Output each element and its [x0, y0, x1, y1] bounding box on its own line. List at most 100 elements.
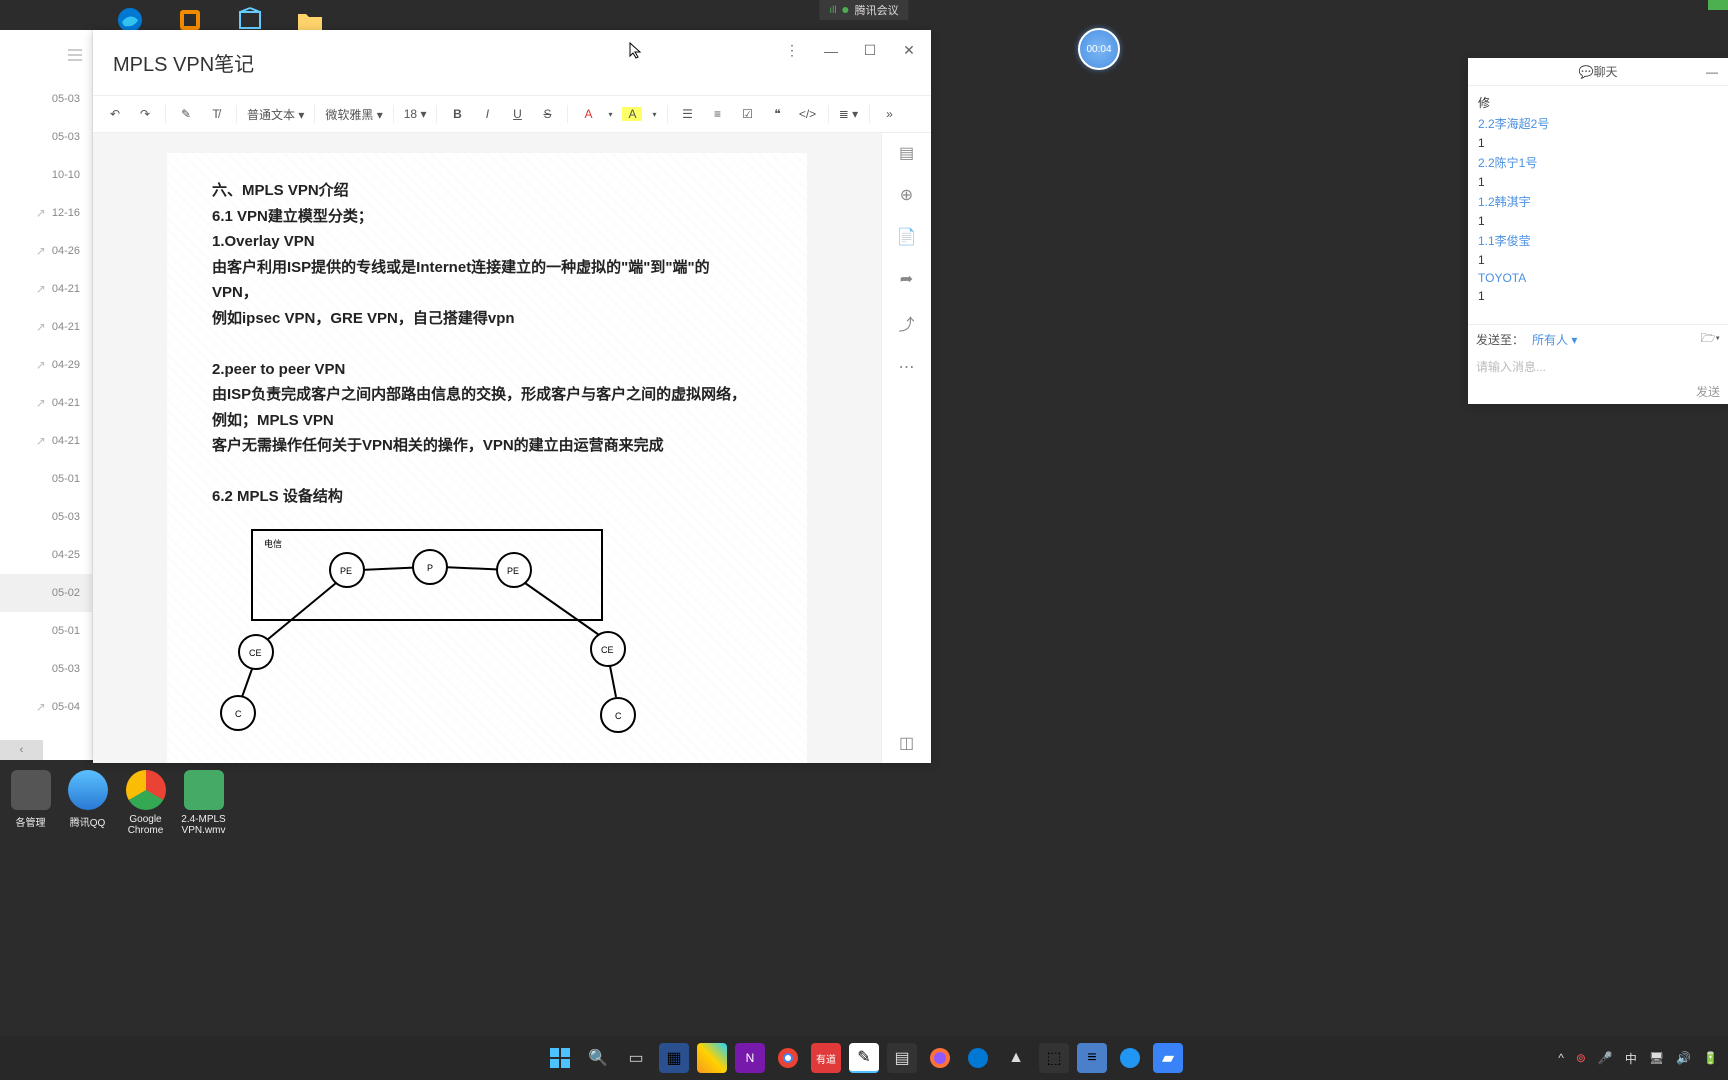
tray-volume-icon[interactable]: 🔊: [1676, 1051, 1691, 1065]
app-icon[interactable]: ⬚: [1039, 1043, 1069, 1073]
sidebar-item[interactable]: ↗04-21: [0, 270, 92, 308]
chat-minimize-icon[interactable]: —: [1706, 65, 1718, 79]
redo-button[interactable]: ↷: [135, 107, 155, 121]
app-icon[interactable]: ≡: [1077, 1043, 1107, 1073]
text-color-button[interactable]: A: [578, 107, 598, 121]
sidebar-date: 04-21: [52, 283, 80, 295]
desktop-icon[interactable]: Google Chrome: [118, 770, 173, 836]
sidebar-item[interactable]: ↗04-21: [0, 422, 92, 460]
paper-content[interactable]: 六、MPLS VPN介绍 6.1 VPN建立模型分类； 1.Overlay VP…: [167, 153, 807, 763]
chrome-icon[interactable]: [773, 1043, 803, 1073]
sidebar-item[interactable]: ↗04-21: [0, 308, 92, 346]
tray-mic-icon[interactable]: 🎤: [1598, 1051, 1613, 1065]
app-icon[interactable]: ▲: [1001, 1043, 1031, 1073]
app-icon[interactable]: ▤: [887, 1043, 917, 1073]
chat-attach-icon[interactable]: 🗁▾: [1701, 329, 1720, 350]
more-icon[interactable]: ⋮: [780, 42, 804, 59]
recording-dot-icon: [843, 7, 849, 13]
paragraph-style-select[interactable]: 普通文本 ▾: [247, 106, 304, 123]
chat-titlebar[interactable]: 💬 聊天 —: [1468, 58, 1728, 86]
italic-button[interactable]: I: [477, 107, 497, 121]
sidebar-item[interactable]: 05-02: [0, 574, 92, 612]
app-icon[interactable]: [1115, 1043, 1145, 1073]
desktop-icon[interactable]: 2.4-MPLS VPN.wmv: [176, 770, 231, 836]
sidebar-date: 04-26: [52, 245, 80, 257]
svg-text:PE: PE: [340, 566, 352, 576]
sidebar-date: 04-21: [52, 397, 80, 409]
close-icon[interactable]: ✕: [897, 42, 921, 59]
quote-button[interactable]: ❝: [768, 107, 788, 121]
number-list-button[interactable]: ≡: [708, 107, 728, 121]
chat-input[interactable]: 请输入消息...: [1468, 354, 1728, 379]
sidebar-date: 05-02: [52, 587, 80, 599]
sidebar-item[interactable]: ↗05-04: [0, 688, 92, 726]
sidebar-item[interactable]: ↗04-21: [0, 384, 92, 422]
bold-button[interactable]: B: [447, 107, 467, 121]
note-page[interactable]: 六、MPLS VPN介绍 6.1 VPN建立模型分类； 1.Overlay VP…: [93, 133, 881, 763]
edge-icon[interactable]: [963, 1043, 993, 1073]
maximize-icon[interactable]: ☐: [858, 42, 882, 59]
panel-toggle-icon[interactable]: ◫: [899, 733, 914, 753]
sidebar-date: 04-29: [52, 359, 80, 371]
sidebar-item[interactable]: 04-25: [0, 536, 92, 574]
tray-battery-icon[interactable]: 🔋: [1703, 1051, 1718, 1065]
taskview-icon[interactable]: ▭: [621, 1043, 651, 1073]
toolbar-more-button[interactable]: »: [880, 107, 900, 121]
start-button[interactable]: [545, 1043, 575, 1073]
clear-format-icon[interactable]: T̸: [206, 107, 226, 121]
note-titlebar[interactable]: MPLS VPN笔记 ⋮ — ☐ ✕: [93, 30, 931, 95]
sidebar-collapse-button[interactable]: ‹: [0, 740, 43, 760]
desktop-icon[interactable]: 腾讯QQ: [60, 770, 115, 829]
outline-icon[interactable]: ▤: [899, 143, 914, 163]
note-title: MPLS VPN笔记: [113, 48, 254, 77]
sidebar-date: 05-03: [52, 663, 80, 675]
tencent-meeting-icon[interactable]: ▰: [1153, 1043, 1183, 1073]
underline-button[interactable]: U: [507, 107, 527, 121]
sidebar-item[interactable]: 05-03: [0, 80, 92, 118]
tray-chevron-icon[interactable]: ^: [1558, 1051, 1564, 1065]
ime-indicator[interactable]: 中: [1625, 1050, 1637, 1067]
highlight-button[interactable]: A: [622, 107, 642, 121]
font-size-select[interactable]: 18 ▾: [404, 107, 427, 121]
sidebar-date: 05-03: [52, 511, 80, 523]
minimize-icon[interactable]: —: [819, 43, 843, 59]
undo-button[interactable]: ↶: [105, 107, 125, 121]
chat-send-button[interactable]: 发送: [1468, 379, 1728, 404]
doc-icon[interactable]: 📄: [897, 227, 917, 247]
bullet-list-button[interactable]: ☰: [678, 107, 698, 121]
tencent-meeting-badge[interactable]: ıll 腾讯会议: [819, 0, 908, 20]
youdao-icon[interactable]: 有道: [811, 1043, 841, 1073]
sidebar-item[interactable]: 05-03: [0, 650, 92, 688]
meeting-timer[interactable]: 00:04: [1078, 28, 1120, 70]
sidebar-menu-button[interactable]: [0, 30, 92, 80]
sidebar-item[interactable]: ↗12-16: [0, 194, 92, 232]
sidebar-item[interactable]: ↗04-26: [0, 232, 92, 270]
format-brush-icon[interactable]: ✎: [176, 107, 196, 121]
export-icon[interactable]: ⤴: [898, 311, 914, 335]
app-icon[interactable]: [697, 1043, 727, 1073]
share-icon[interactable]: ➦: [900, 269, 913, 289]
active-app-icon[interactable]: ✎: [849, 1043, 879, 1073]
widgets-icon[interactable]: ▦: [659, 1043, 689, 1073]
more-icon[interactable]: ⋯: [899, 357, 915, 377]
chat-body[interactable]: 修 2.2李海超2号12.2陈宁1号11.2韩淇宇11.1李俊莹1TOYOTA1: [1468, 86, 1728, 324]
font-family-select[interactable]: 微软雅黑 ▾: [325, 106, 382, 123]
tray-icon[interactable]: ⊚: [1576, 1051, 1586, 1065]
sidebar-item[interactable]: ↗04-29: [0, 346, 92, 384]
sidebar-item[interactable]: 05-01: [0, 460, 92, 498]
add-icon[interactable]: ⊕: [900, 185, 913, 205]
sidebar-item[interactable]: 05-03: [0, 118, 92, 156]
sidebar-item[interactable]: 05-03: [0, 498, 92, 536]
sidebar-item[interactable]: 10-10: [0, 156, 92, 194]
checklist-button[interactable]: ☑: [738, 107, 758, 121]
tray-display-icon[interactable]: 🖥: [1649, 1051, 1664, 1065]
code-button[interactable]: </>: [798, 107, 818, 121]
onenote-icon[interactable]: N: [735, 1043, 765, 1073]
strike-button[interactable]: S: [537, 107, 557, 121]
send-to-select[interactable]: 所有人 ▾: [1532, 331, 1577, 348]
firefox-icon[interactable]: [925, 1043, 955, 1073]
align-button[interactable]: ≣ ▾: [839, 107, 859, 121]
search-icon[interactable]: 🔍: [583, 1043, 613, 1073]
sidebar-item[interactable]: 05-01: [0, 612, 92, 650]
desktop-icon[interactable]: 各管理: [3, 770, 58, 829]
